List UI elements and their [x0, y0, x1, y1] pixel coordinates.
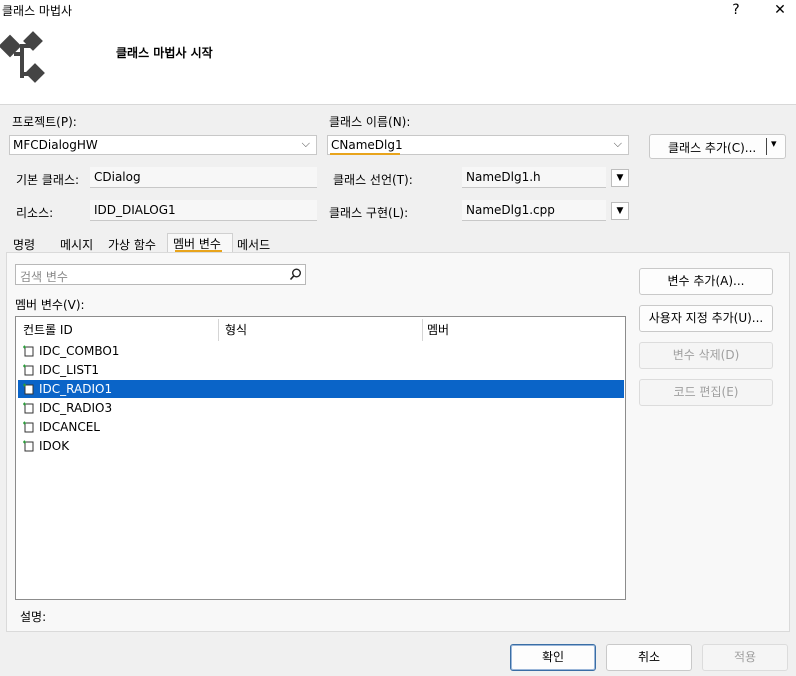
row-control-id: IDC_RADIO1 [39, 382, 113, 396]
add-class-button[interactable]: 클래스 추가(C)... ▾ [649, 134, 786, 159]
window-title: 클래스 마법사 [2, 4, 73, 18]
declaration-dropdown-icon[interactable]: ▼ [611, 169, 629, 187]
tab-commands-label: 명령 [13, 238, 36, 252]
row-control-id: IDC_RADIO3 [39, 401, 113, 415]
list-row[interactable]: IDC_RADIO3 [18, 399, 624, 417]
delete-variable-button[interactable]: 변수 삭제(D) [639, 342, 773, 369]
control-resource-icon [23, 402, 34, 414]
edit-code-button[interactable]: 코드 편집(E) [639, 379, 773, 406]
search-variables-input[interactable]: 검색 변수 [15, 264, 306, 285]
member-variables-list[interactable]: 컨트롤 ID 형식 멤버 IDC_COMBO1 IDC_LIST1 IDC_RA… [15, 316, 626, 600]
column-header-member[interactable]: 멤버 [427, 321, 449, 341]
header-banner [0, 22, 796, 105]
base-class-label: 기본 클래스: [16, 173, 80, 187]
search-icon[interactable] [289, 268, 302, 281]
list-row[interactable]: IDC_LIST1 [18, 361, 624, 379]
ok-button[interactable]: 확인 [510, 644, 596, 671]
tab-member-variables-label: 멤버 변수 [173, 237, 221, 251]
help-button[interactable]: ? [716, 0, 756, 22]
add-custom-button[interactable]: 사용자 지정 추가(U)... [639, 305, 773, 332]
apply-button[interactable]: 적용 [702, 644, 788, 671]
tab-methods[interactable]: 메서드 [237, 233, 270, 252]
class-implementation-label: 클래스 구현(L): [329, 206, 409, 220]
chevron-down-icon: ⌵ [301, 137, 310, 150]
base-class-value: CDialog [94, 170, 141, 184]
class-wizard-logo-icon [0, 31, 45, 83]
chevron-down-icon: ⌵ [613, 137, 622, 150]
implementation-dropdown-icon[interactable]: ▼ [611, 202, 629, 220]
control-resource-icon [23, 345, 34, 357]
member-variables-label: 멤버 변수(V): [15, 298, 85, 312]
class-implementation-value: NameDlg1.cpp [466, 203, 555, 217]
class-name-value: CNameDlg1 [331, 138, 403, 152]
class-declaration-label: 클래스 선언(T): [333, 173, 413, 187]
control-resource-icon [23, 440, 34, 452]
list-row-selected[interactable]: IDC_RADIO1 [18, 380, 624, 398]
class-declaration-value: NameDlg1.h [466, 170, 541, 184]
resource-field: IDD_DIALOG1 [90, 200, 317, 221]
column-separator[interactable] [422, 319, 423, 341]
row-control-id: IDC_COMBO1 [39, 344, 120, 358]
list-row[interactable]: IDCANCEL [18, 418, 624, 436]
base-class-field: CDialog [90, 167, 317, 188]
class-name-label: 클래스 이름(N): [329, 115, 411, 129]
resource-value: IDD_DIALOG1 [94, 203, 176, 217]
header-title: 클래스 마법사 시작 [116, 46, 213, 60]
tab-methods-label: 메서드 [237, 238, 271, 252]
column-header-control-id[interactable]: 컨트롤 ID [23, 321, 73, 341]
search-placeholder: 검색 변수 [20, 270, 68, 284]
description-label: 설명: [20, 610, 47, 624]
tab-virtual-functions[interactable]: 가상 함수 [108, 233, 156, 252]
column-separator[interactable] [218, 319, 219, 341]
close-button[interactable]: ✕ [760, 0, 796, 22]
class-declaration-field: NameDlg1.h [462, 167, 606, 188]
tab-commands[interactable]: 명령 [13, 233, 35, 252]
title-bar [0, 0, 796, 22]
class-implementation-field: NameDlg1.cpp [462, 200, 606, 221]
add-class-label: 클래스 추가(C)... [668, 141, 757, 155]
row-control-id: IDCANCEL [39, 420, 100, 434]
control-resource-icon [23, 421, 34, 433]
class-name-underline [330, 153, 400, 155]
resource-label: 리소스: [16, 206, 54, 220]
project-value: MFCDialogHW [13, 138, 98, 152]
row-control-id: IDC_LIST1 [39, 363, 99, 377]
class-name-combo[interactable]: CNameDlg1 ⌵ [327, 135, 629, 155]
tab-messages[interactable]: 메시지 [60, 233, 93, 252]
project-combo[interactable]: MFCDialogHW ⌵ [9, 135, 317, 155]
dropdown-arrow-icon[interactable]: ▾ [771, 137, 777, 150]
control-resource-icon [23, 364, 34, 376]
cancel-button[interactable]: 취소 [606, 644, 692, 671]
control-resource-icon [23, 383, 34, 395]
column-header-type[interactable]: 형식 [225, 321, 247, 341]
list-row[interactable]: IDOK [18, 437, 624, 455]
row-control-id: IDOK [39, 439, 70, 453]
tab-virtual-functions-label: 가상 함수 [108, 238, 156, 252]
list-row[interactable]: IDC_COMBO1 [18, 342, 624, 360]
project-label: 프로젝트(P): [12, 115, 77, 129]
add-variable-button[interactable]: 변수 추가(A)... [639, 268, 773, 295]
tab-messages-label: 메시지 [60, 238, 94, 252]
split-divider [766, 138, 767, 155]
